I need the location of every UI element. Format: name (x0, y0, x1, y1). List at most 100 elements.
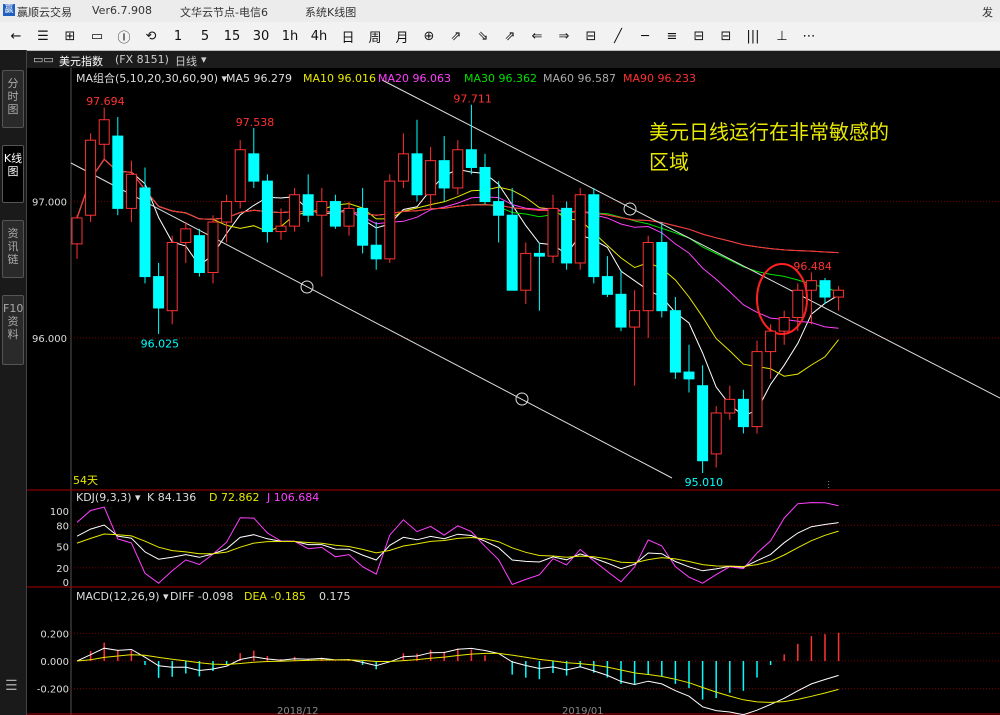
toolbar-button-19[interactable]: ⇐ (527, 26, 547, 46)
window-control-icon[interactable]: 发 (982, 4, 993, 20)
ma-legend-item: MA60 96.587 (543, 72, 616, 85)
candle-body (642, 241, 654, 312)
kdj-j-value: J 106.684 (266, 491, 319, 504)
toolbar-button-0[interactable]: ← (6, 26, 26, 46)
candle-body (493, 201, 505, 216)
toolbar-button-7[interactable]: 5 (195, 26, 215, 46)
candle-body (71, 217, 83, 245)
tab-time-share[interactable]: 分时图 (2, 70, 24, 128)
candle-body (724, 398, 736, 414)
candle-body (275, 225, 287, 233)
toolbar: ← ☰ ⊞ ▭ Ⓘ ⟲ 1 5 15 30 1h 4h 日周月 ⊕ ⇗ ⇘ ⇗ ⇐ ⇒ ⊟ ╱ ─ ≡ ⊟ ⊟ ||| ⊥ ⋯ (0, 22, 1000, 51)
ma-legend-item: MA5 96.279 (226, 72, 292, 85)
app-title: 赢顺云交易 (17, 6, 72, 19)
kdj-tick-label: 100 (50, 507, 69, 518)
instrument-name[interactable]: 美元指数 (59, 53, 103, 69)
analysis-comment: 美元日线运行在非常敏感的 (649, 120, 889, 144)
candle-body (683, 371, 695, 380)
date-label: 2018/12 (277, 706, 319, 715)
tab-news[interactable]: 资讯链 (2, 220, 24, 278)
candle-body (357, 207, 369, 246)
candle-body (302, 194, 314, 216)
moving-average-lines (76, 158, 839, 417)
tab-kline[interactable]: K线图 (2, 145, 24, 203)
toolbar-button-5[interactable]: ⟲ (141, 26, 161, 46)
candle-body (397, 153, 409, 182)
high-price-label: 97.538 (236, 116, 274, 129)
candle-body (833, 289, 845, 298)
macd-diff-value: DIFF -0.098 (170, 590, 233, 603)
candle-body (261, 180, 273, 233)
candle-body (629, 310, 641, 328)
toolbar-button-8[interactable]: 15 (222, 26, 242, 46)
toolbar-button-24[interactable]: ≡ (662, 26, 682, 46)
candle-body (697, 385, 709, 462)
link-icon[interactable]: ▭▭ (33, 53, 54, 66)
toolbar-button-4[interactable]: Ⓘ (114, 26, 134, 46)
candle-body (479, 166, 491, 203)
candle-body (574, 194, 586, 264)
toolbar-button-15[interactable]: ⊕ (419, 26, 439, 46)
toolbar-button-22[interactable]: ╱ (608, 26, 628, 46)
candle-body (180, 228, 192, 243)
toolbar-button-26[interactable]: ⊟ (716, 26, 736, 46)
date-label: 2019/01 (562, 706, 604, 715)
candle-body (819, 280, 831, 298)
list-icon[interactable]: ☰ (5, 678, 18, 694)
candle-body (656, 241, 668, 312)
ma-legend-item: MA10 96.016 (303, 72, 376, 85)
tab-f10[interactable]: F10资料 (2, 295, 24, 365)
toolbar-button-23[interactable]: ─ (635, 26, 655, 46)
candle-body (669, 310, 681, 373)
candle-body (561, 207, 573, 264)
toolbar-button-17[interactable]: ⇘ (473, 26, 493, 46)
period-select[interactable]: 日线 (175, 53, 197, 69)
toolbar-button-12[interactable]: 日 (338, 26, 358, 46)
toolbar-button-11[interactable]: 4h (309, 26, 329, 46)
toolbar-button-29[interactable]: ⋯ (799, 26, 819, 46)
high-price-label: 96.484 (793, 260, 832, 273)
toolbar-button-13[interactable]: 周 (365, 26, 385, 46)
toolbar-button-10[interactable]: 1h (280, 26, 300, 46)
menu-system[interactable]: 系统K线图 (305, 4, 356, 20)
app-logo-icon: 赢 (3, 4, 15, 16)
toolbar-button-9[interactable]: 30 (251, 26, 271, 46)
macd-label: MACD(12,26,9) ▾ (76, 590, 169, 603)
chevron-down-icon[interactable]: ▾ (201, 53, 207, 66)
toolbar-button-1[interactable]: ☰ (33, 26, 53, 46)
candle-body (384, 180, 396, 260)
toolbar-button-3[interactable]: ▭ (87, 26, 107, 46)
title-bar: 赢 赢顺云交易 Ver6.7.908 文华云节点-电信6 系统K线图 发 (0, 0, 1000, 22)
toolbar-button-27[interactable]: ||| (743, 26, 763, 46)
kdj-panel: KDJ(9,3,3) ▾ K 84.136 D 72.862 J 106.684 100… (50, 491, 1000, 589)
server-node[interactable]: 文华云节点-电信6 (180, 4, 268, 20)
kdj-k-value: K 84.136 (147, 491, 196, 504)
candle-body (343, 207, 355, 227)
high-price-label: 97.694 (86, 95, 125, 108)
candle-body (778, 317, 790, 332)
candle-body (193, 235, 205, 273)
kdj-tick-label: 50 (56, 543, 69, 554)
kdj-j-line (76, 502, 839, 586)
macd-tick-label: 0.200 (40, 629, 69, 640)
toolbar-button-6[interactable]: 1 (168, 26, 188, 46)
toolbar-button-18[interactable]: ⇗ (500, 26, 520, 46)
instrument-code: (FX 8151) (115, 53, 169, 66)
toolbar-button-20[interactable]: ⇒ (554, 26, 574, 46)
kline-chart[interactable]: 97.000 96.000 KDJ(9,3,3) ▾ K 84.136 D 72.86… (27, 68, 1000, 715)
ma-legend-item: MA90 96.233 (623, 72, 696, 85)
candle-body (506, 214, 518, 291)
app-version: Ver6.7.908 (92, 4, 152, 17)
ma-legend-item: MA20 96.063 (378, 72, 451, 85)
toolbar-button-14[interactable]: 月 (392, 26, 412, 46)
toolbar-button-16[interactable]: ⇗ (446, 26, 466, 46)
kdj-k-line (76, 522, 839, 572)
candle-body (166, 241, 178, 312)
toolbar-button-2[interactable]: ⊞ (60, 26, 80, 46)
chart-grid: 97.000 96.000 (27, 68, 1000, 715)
candle-body (98, 119, 110, 145)
toolbar-button-21[interactable]: ⊟ (581, 26, 601, 46)
toolbar-button-25[interactable]: ⊟ (689, 26, 709, 46)
toolbar-button-28[interactable]: ⊥ (772, 26, 792, 46)
kdj-d-value: D 72.862 (209, 491, 259, 504)
